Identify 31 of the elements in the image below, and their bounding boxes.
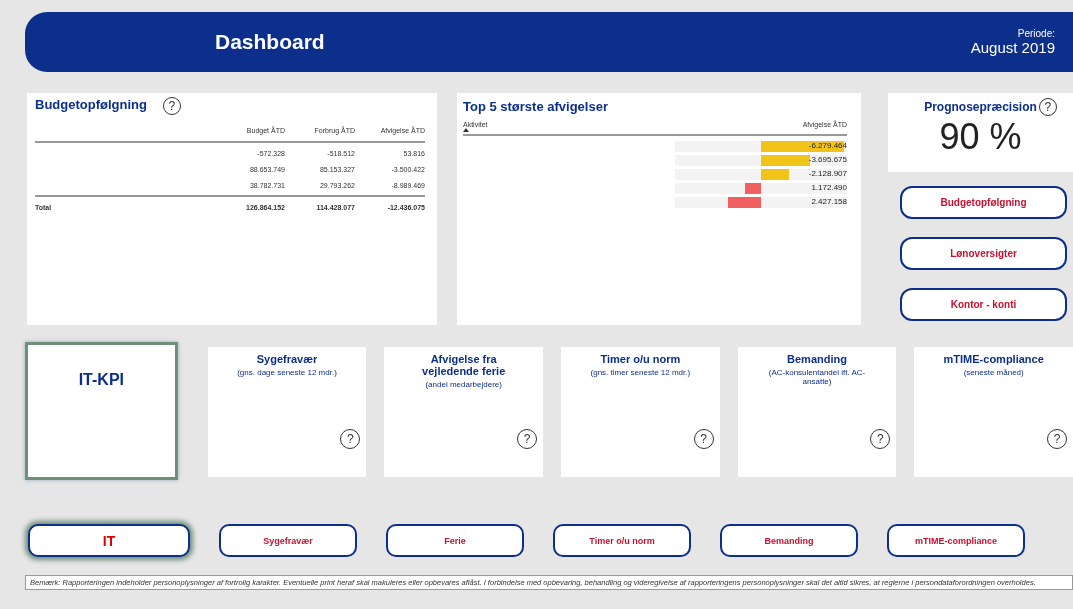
kpi-subtitle: (seneste måned) [963, 368, 1024, 377]
kpi-title: Timer o/u norm [600, 353, 681, 365]
filter-button[interactable]: Sygefravær [219, 524, 357, 557]
filter-button[interactable]: mTIME-compliance [887, 524, 1025, 557]
filter-button[interactable]: Timer o/u norm [553, 524, 691, 557]
budget-title: Budgetopfølgning [35, 97, 147, 112]
nav-button[interactable]: Kontor - konti [900, 288, 1067, 321]
period-label: Periode: [1017, 28, 1055, 39]
filter-button[interactable]: IT [28, 524, 190, 557]
kpi-title: Bemanding [787, 353, 847, 365]
forecast-title: Prognosepræcision [924, 100, 1037, 114]
kpi-subtitle: (gns. timer seneste 12 mdr.) [590, 368, 691, 377]
kpi-title: Afvigelse fra vejledende ferie [421, 353, 507, 377]
nav-button[interactable]: Budgetopfølgning [900, 186, 1067, 219]
kpi-subtitle: (andel medarbejdere) [425, 380, 502, 389]
period-value: August 2019 [970, 39, 1055, 56]
top5-title: Top 5 største afvigelser [463, 99, 608, 114]
dashboard-title: Dashboard [215, 30, 325, 54]
nav-button[interactable]: Lønoversigter [900, 237, 1067, 270]
filter-button[interactable]: Bemanding [720, 524, 858, 557]
filter-button[interactable]: Ferie [386, 524, 524, 557]
kpi-title: mTIME-compliance [943, 353, 1044, 365]
kpi-subtitle: (AC-konsulentandel ift. AC-ansatte) [767, 368, 867, 386]
kpi-subtitle: (gns. dage seneste 12 mdr.) [237, 368, 337, 377]
kpi-title: IT-KPI [78, 371, 124, 390]
sort-icon [463, 128, 469, 132]
deviation-value: 1.172.490 [811, 183, 847, 192]
kpi-title: Sygefravær [256, 353, 318, 365]
forecast-value: 90 % [939, 116, 1022, 158]
deviation-value: 2.427.158 [811, 197, 847, 206]
deviation-value: -2.128.907 [808, 169, 847, 178]
